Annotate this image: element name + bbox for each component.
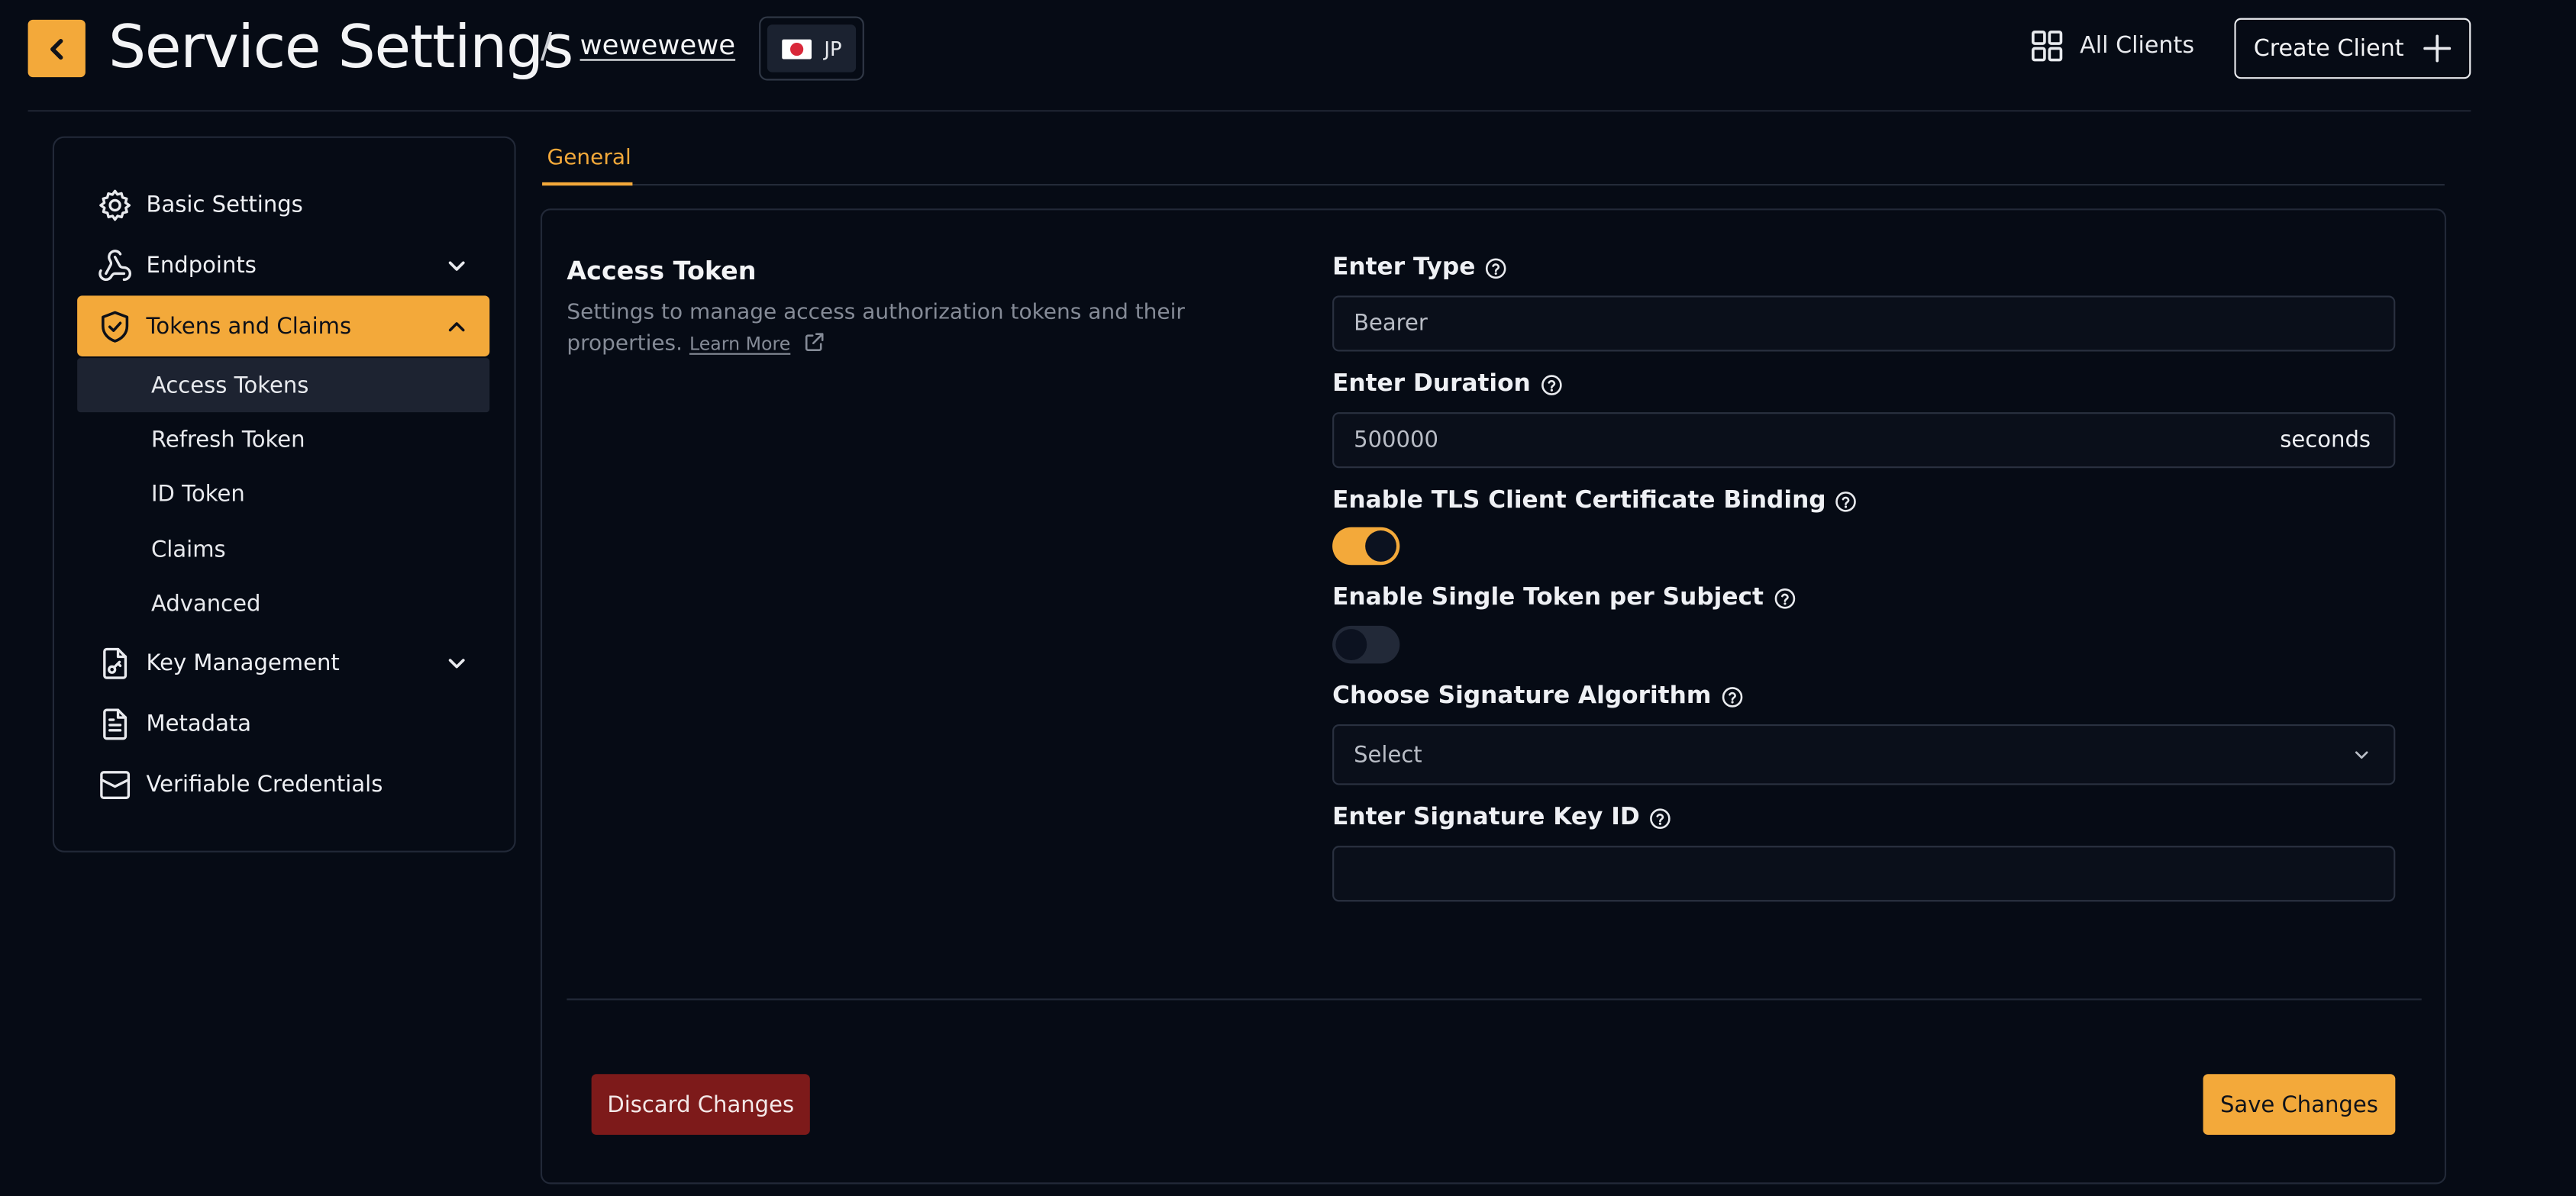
all-clients-label: All Clients [2080, 33, 2195, 60]
sidebar-item-metadata[interactable]: Metadata [77, 693, 489, 754]
signature-key-id-label: Enter Signature Key ID [1332, 804, 1671, 831]
sidebar-item-label: Tokens and Claims [146, 312, 352, 340]
discard-changes-button[interactable]: Discard Changes [591, 1074, 810, 1135]
active-tab-indicator [542, 182, 633, 186]
external-link-icon [805, 333, 825, 351]
document-icon [103, 708, 128, 740]
japan-flag-icon [781, 38, 812, 59]
help-icon[interactable] [1541, 374, 1562, 395]
client-name-link[interactable]: wewewewe [580, 30, 736, 61]
sidebar-subitem-label: Advanced [150, 590, 261, 617]
sidebar-item-endpoints[interactable]: Endpoints [77, 235, 489, 296]
help-icon[interactable] [1836, 490, 1858, 511]
duration-input[interactable]: 500000 seconds [1332, 412, 2396, 469]
sidebar-subitem-advanced[interactable]: Advanced [77, 576, 489, 630]
type-label-text: Enter Type [1332, 254, 1476, 281]
chevron-down-icon [2355, 751, 2368, 759]
gear-icon [99, 189, 131, 221]
learn-more-link[interactable]: Learn More [689, 334, 790, 355]
chevron-down-icon [448, 658, 465, 668]
type-field-label: Enter Type [1332, 255, 1506, 281]
help-icon[interactable] [1774, 587, 1795, 608]
sidebar-subitem-access-tokens[interactable]: Access Tokens [77, 358, 490, 413]
create-client-label: Create Client [2253, 35, 2404, 62]
breadcrumb-separator: / [540, 26, 553, 66]
plus-icon [2423, 34, 2452, 63]
sidebar-subitem-id-token[interactable]: ID Token [77, 466, 489, 521]
chevron-left-icon [49, 37, 63, 60]
shield-check-icon [102, 310, 129, 342]
toggle-knob [1335, 629, 1367, 661]
file-key-icon [103, 646, 128, 679]
sidebar-subitem-label: Refresh Token [150, 426, 305, 453]
signature-algorithm-value: Select [1354, 741, 1422, 768]
signature-key-id-label-text: Enter Signature Key ID [1332, 804, 1640, 831]
single-token-label: Enable Single Token per Subject [1332, 585, 1795, 611]
sidebar-item-label: Metadata [146, 710, 252, 737]
sidebar-item-key-management[interactable]: Key Management [77, 632, 489, 693]
toggle-knob [1365, 530, 1397, 562]
create-client-button[interactable]: Create Client [2234, 18, 2471, 79]
section-description: Settings to manage access authorization … [567, 297, 1191, 359]
help-icon[interactable] [1650, 808, 1671, 829]
sidebar-subitem-claims[interactable]: Claims [77, 522, 489, 576]
footer-divider [567, 998, 2422, 1001]
tab-bar-divider [542, 184, 2445, 186]
region-code: JP [824, 37, 842, 60]
back-button[interactable] [27, 19, 86, 78]
duration-field-label: Enter Duration [1332, 371, 1562, 398]
type-input[interactable]: Bearer [1332, 295, 2396, 352]
duration-label-text: Enter Duration [1332, 371, 1531, 398]
tab-general[interactable]: General [547, 147, 631, 171]
sidebar-subitem-label: Access Tokens [150, 372, 309, 398]
single-token-label-text: Enable Single Token per Subject [1332, 585, 1764, 611]
region-selector[interactable]: JP [759, 16, 864, 81]
grid-icon [2032, 31, 2063, 62]
sidebar-item-basic-settings[interactable]: Basic Settings [77, 174, 489, 235]
credential-icon [100, 770, 131, 798]
type-input-value: Bearer [1354, 310, 1428, 337]
all-clients-button[interactable]: All Clients [2031, 30, 2194, 63]
sidebar-item-label: Verifiable Credentials [146, 771, 383, 798]
section-title: Access Token [567, 256, 757, 286]
sidebar-item-label: Key Management [146, 650, 340, 676]
header-divider [27, 110, 2471, 112]
duration-unit: seconds [2280, 427, 2371, 453]
tls-binding-toggle[interactable] [1332, 527, 1400, 566]
save-changes-button[interactable]: Save Changes [2203, 1074, 2396, 1135]
signature-algorithm-select[interactable]: Select [1332, 724, 2396, 785]
help-icon[interactable] [1485, 257, 1506, 279]
section-description-text: Settings to manage access authorization … [567, 300, 1185, 356]
sidebar-item-tokens-and-claims[interactable]: Tokens and Claims [77, 295, 490, 356]
sidebar-subitem-label: ID Token [150, 480, 245, 507]
sidebar-item-label: Endpoints [146, 252, 257, 279]
help-icon[interactable] [1721, 685, 1742, 707]
sidebar-item-verifiable-credentials[interactable]: Verifiable Credentials [77, 754, 489, 815]
duration-input-value: 500000 [1354, 427, 1439, 453]
signature-algorithm-label-text: Choose Signature Algorithm [1332, 683, 1712, 710]
sidebar-subitem-label: Claims [150, 536, 226, 563]
chevron-up-icon [448, 321, 465, 331]
tls-binding-label: Enable TLS Client Certificate Binding [1332, 488, 1857, 514]
sidebar-item-label: Basic Settings [146, 191, 303, 218]
single-token-toggle[interactable] [1332, 625, 1400, 664]
webhook-icon [98, 249, 131, 280]
sidebar-subitem-refresh-token[interactable]: Refresh Token [77, 412, 489, 466]
tls-binding-label-text: Enable TLS Client Certificate Binding [1332, 488, 1826, 514]
page-title: Service Settings [108, 15, 573, 82]
signature-algorithm-label: Choose Signature Algorithm [1332, 683, 1742, 710]
signature-key-id-input[interactable] [1332, 846, 2396, 902]
chevron-down-icon [448, 260, 465, 270]
